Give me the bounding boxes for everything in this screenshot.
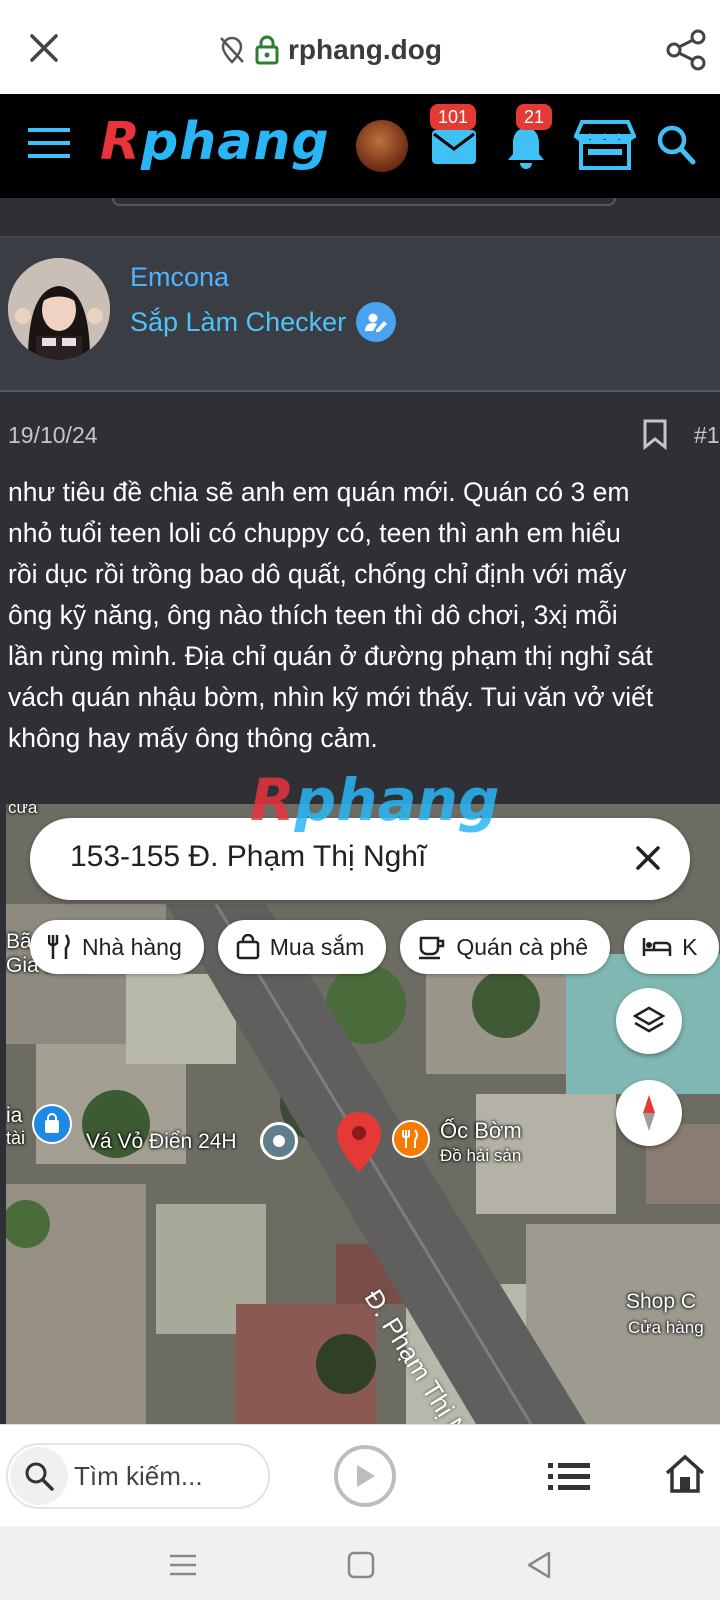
- alerts-count-badge: 21: [516, 104, 553, 130]
- location-pin-icon: [337, 1112, 381, 1172]
- bell-icon: [508, 128, 544, 169]
- post-content: như tiêu đề chia sẽ anh em quán mới. Quá…: [8, 472, 720, 759]
- map-label: cửa: [8, 804, 38, 817]
- compass-icon: [643, 1095, 655, 1131]
- post-line: rồi dục rồi trồng bao dô quất, chống chỉ…: [8, 559, 627, 589]
- search-placeholder: Tìm kiếm...: [74, 1461, 203, 1491]
- map-label: Ốc Bờm: [440, 1118, 522, 1143]
- shopping-bag-icon: [236, 934, 259, 960]
- bookmark-icon[interactable]: [642, 418, 668, 450]
- chip-restaurant[interactable]: Nhà hàng: [30, 920, 204, 974]
- map-label: Cửa hàng: [628, 1318, 704, 1337]
- author-title: Sắp Làm Checker: [130, 302, 397, 342]
- post-line: nhỏ tuổi teen loli có chuppy có, teen th…: [8, 518, 621, 548]
- chip-label: K: [682, 933, 698, 960]
- post-author-block: Emcona Sắp Làm Checker: [0, 238, 720, 392]
- post-number[interactable]: #1: [694, 422, 720, 449]
- close-icon[interactable]: [26, 30, 62, 66]
- restaurant-icon: [48, 934, 70, 959]
- site-logo[interactable]: Rphang: [100, 112, 330, 172]
- search-icon: [10, 1447, 68, 1505]
- map-label: tài: [6, 1128, 26, 1148]
- post-line: vách quán nhậu bờm, nhìn kỹ mới thấy. Tu…: [8, 682, 654, 712]
- recent-apps-icon[interactable]: [168, 1550, 198, 1580]
- home-nav-icon[interactable]: [346, 1550, 376, 1580]
- compass-button[interactable]: [616, 1080, 682, 1146]
- play-icon: [357, 1465, 375, 1487]
- play-button[interactable]: [334, 1445, 396, 1507]
- shopping-pin-icon: [32, 1104, 72, 1144]
- account-avatar[interactable]: [356, 120, 408, 172]
- post-line: lần rùng mình. Địa chỉ quán ở đường phạm…: [8, 641, 653, 671]
- map-label: Bã: [6, 930, 32, 953]
- map-label: Đồ hải sản: [440, 1146, 522, 1165]
- verified-checker-icon: [356, 302, 397, 342]
- messages-button[interactable]: 101: [430, 104, 490, 178]
- home-icon[interactable]: [664, 1453, 706, 1495]
- map-label: Shop C: [626, 1290, 697, 1313]
- post-line: ông kỹ năng, ông nào thích teen thì dô c…: [8, 600, 618, 630]
- alerts-button[interactable]: 21: [504, 104, 564, 178]
- page-domain: rphang.dog: [288, 34, 442, 65]
- close-icon[interactable]: [630, 840, 666, 876]
- messages-count-badge: 101: [430, 104, 477, 130]
- author-name[interactable]: Emcona: [130, 262, 229, 293]
- back-nav-icon[interactable]: [524, 1550, 554, 1580]
- header-underline: [0, 198, 720, 238]
- chip-label: Mua sắm: [269, 933, 365, 960]
- chip-label: Quán cà phê: [456, 933, 589, 960]
- tracking-off-icon: [220, 36, 244, 64]
- bottom-toolbar: Tìm kiếm...: [0, 1424, 720, 1526]
- map-category-chips: Nhà hàng Mua sắm Quán cà phê K: [30, 920, 720, 976]
- coffee-cup-icon: [419, 936, 445, 960]
- address-bar[interactable]: rphang.dog: [218, 32, 442, 68]
- map-label: Vá Vỏ Điển 24H: [86, 1130, 237, 1153]
- chip-shopping[interactable]: Mua sắm: [217, 920, 387, 974]
- map-screenshot: cửa Bã Gia 24/24 ia tài Vá Vỏ Điển 24H Ố…: [6, 804, 720, 1424]
- store-icon[interactable]: [574, 118, 636, 172]
- map-address: 153-155 Đ. Phạm Thị Nghĩ: [70, 840, 427, 873]
- post-line: không hay mấy ông thông cảm.: [8, 723, 378, 753]
- rphang-watermark: Rphang: [250, 766, 500, 834]
- chip-coffee[interactable]: Quán cà phê: [400, 920, 611, 974]
- place-pin-icon: [260, 1122, 298, 1160]
- browser-url-bar: rphang.dog: [0, 0, 720, 94]
- system-navigation-bar: [0, 1526, 720, 1600]
- share-icon[interactable]: [664, 28, 708, 72]
- mail-icon: [432, 130, 476, 164]
- map-layers-button[interactable]: [616, 988, 682, 1054]
- bed-icon: [642, 938, 672, 956]
- site-header: Rphang 101 21: [0, 94, 720, 198]
- chip-hotel[interactable]: K: [624, 920, 720, 974]
- author-avatar[interactable]: [8, 258, 110, 360]
- layers-icon: [633, 1006, 665, 1033]
- lock-icon: [255, 35, 279, 65]
- chip-label: Nhà hàng: [82, 933, 182, 960]
- search-icon[interactable]: [656, 124, 696, 168]
- list-icon[interactable]: [548, 1461, 590, 1491]
- hamburger-menu-icon[interactable]: [28, 126, 70, 160]
- post-line: như tiêu đề chia sẽ anh em quán mới. Quá…: [8, 477, 630, 507]
- post-date[interactable]: 19/10/24: [8, 422, 98, 449]
- restaurant-pin-icon: [392, 1120, 430, 1158]
- author-title-text: Sắp Làm Checker: [130, 306, 347, 337]
- map-label: ia: [6, 1104, 23, 1127]
- bottom-search[interactable]: Tìm kiếm...: [6, 1443, 270, 1509]
